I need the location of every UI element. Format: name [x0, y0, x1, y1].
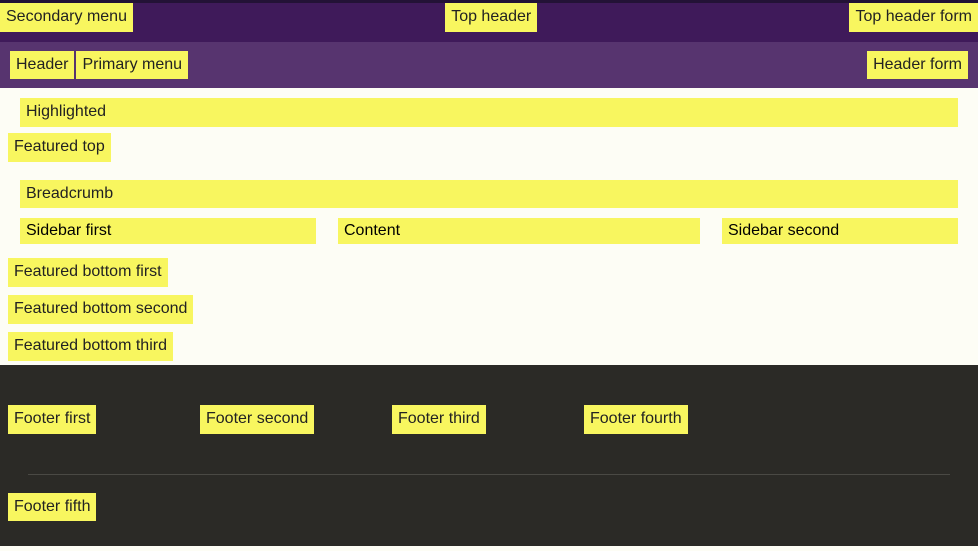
region-featured-bottom-first: Featured bottom first: [8, 258, 168, 287]
region-breadcrumb: Breadcrumb: [20, 180, 958, 209]
region-sidebar-first: Sidebar first: [20, 218, 316, 244]
footer-fifth-wrap: Footer fifth: [8, 493, 970, 522]
region-top-header: Top header: [445, 3, 537, 32]
region-header-form: Header form: [867, 51, 968, 80]
featured-bottom-second-wrap: Featured bottom second: [0, 291, 978, 328]
footer-row: Footer first Footer second Footer third …: [8, 405, 970, 434]
region-primary-menu: Primary menu: [76, 51, 188, 80]
main-columns: Sidebar first Content Sidebar second: [0, 208, 978, 254]
region-sidebar-second: Sidebar second: [722, 218, 958, 244]
footer-cell-1: Footer first: [8, 405, 200, 434]
region-featured-bottom-third: Featured bottom third: [8, 332, 173, 361]
region-footer-first: Footer first: [8, 405, 96, 434]
top-bar: Secondary menu Top header Top header for…: [0, 0, 978, 42]
region-content: Content: [338, 218, 700, 244]
footer-cell-2: Footer second: [200, 405, 392, 434]
region-footer-second: Footer second: [200, 405, 314, 434]
featured-bottom-third-wrap: Featured bottom third: [0, 328, 978, 365]
region-featured-bottom-second: Featured bottom second: [8, 295, 193, 324]
region-footer-fourth: Footer fourth: [584, 405, 688, 434]
region-highlighted: Highlighted: [20, 98, 958, 127]
footer-cell-4: Footer fourth: [584, 405, 776, 434]
region-secondary-menu: Secondary menu: [0, 3, 133, 32]
header-left-group: Header Primary menu: [10, 51, 190, 80]
featured-bottom-first-wrap: Featured bottom first: [0, 254, 978, 291]
region-footer-fifth: Footer fifth: [8, 493, 96, 522]
region-header: Header: [10, 51, 74, 80]
breadcrumb-wrap: Breadcrumb: [0, 162, 978, 209]
highlighted-wrap: Highlighted: [0, 88, 978, 127]
region-featured-top: Featured top: [8, 133, 111, 162]
region-footer-third: Footer third: [392, 405, 486, 434]
region-top-header-form: Top header form: [849, 3, 978, 32]
header-bar: Header Primary menu Header form: [0, 42, 978, 88]
footer-divider: [28, 474, 950, 475]
footer: Footer first Footer second Footer third …: [0, 365, 978, 546]
footer-cell-3: Footer third: [392, 405, 584, 434]
featured-top-wrap: Featured top: [0, 127, 978, 162]
